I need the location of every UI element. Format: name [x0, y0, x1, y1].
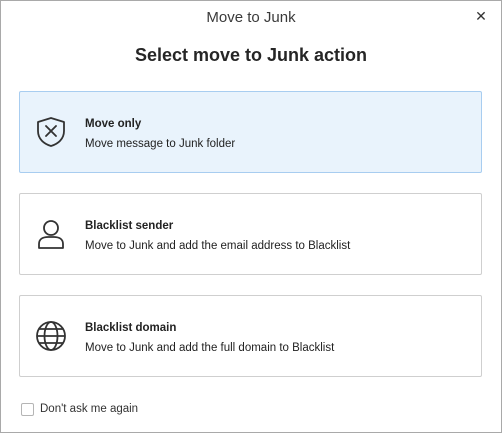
dont-ask-again-label: Don't ask me again	[40, 403, 139, 415]
person-icon	[38, 220, 64, 249]
title-bar: Move to Junk ✕	[1, 1, 501, 35]
option-description: Move to Junk and add the full domain to …	[85, 342, 335, 354]
shield-x-icon	[37, 117, 65, 147]
option-description: Move to Junk and add the email address t…	[85, 240, 351, 252]
option-title: Move only	[85, 118, 142, 130]
window-title: Move to Junk	[206, 9, 296, 26]
dont-ask-again-row[interactable]: Don't ask me again	[21, 401, 138, 417]
option-title: Blacklist domain	[85, 322, 177, 334]
option-title: Blacklist sender	[85, 220, 174, 232]
close-icon: ✕	[475, 7, 487, 24]
option-description: Move message to Junk folder	[85, 138, 236, 150]
dont-ask-again-checkbox[interactable]	[21, 402, 34, 416]
move-to-junk-dialog: Move to Junk ✕ Select move to Junk actio…	[0, 0, 502, 433]
globe-icon	[36, 321, 66, 351]
option-move-only[interactable]: Move only Move message to Junk folder	[19, 91, 482, 173]
option-blacklist-sender[interactable]: Blacklist sender Move to Junk and add th…	[19, 193, 482, 275]
close-button[interactable]: ✕	[471, 6, 491, 26]
dialog-heading: Select move to Junk action	[134, 45, 368, 65]
option-blacklist-domain[interactable]: Blacklist domain Move to Junk and add th…	[19, 295, 482, 377]
